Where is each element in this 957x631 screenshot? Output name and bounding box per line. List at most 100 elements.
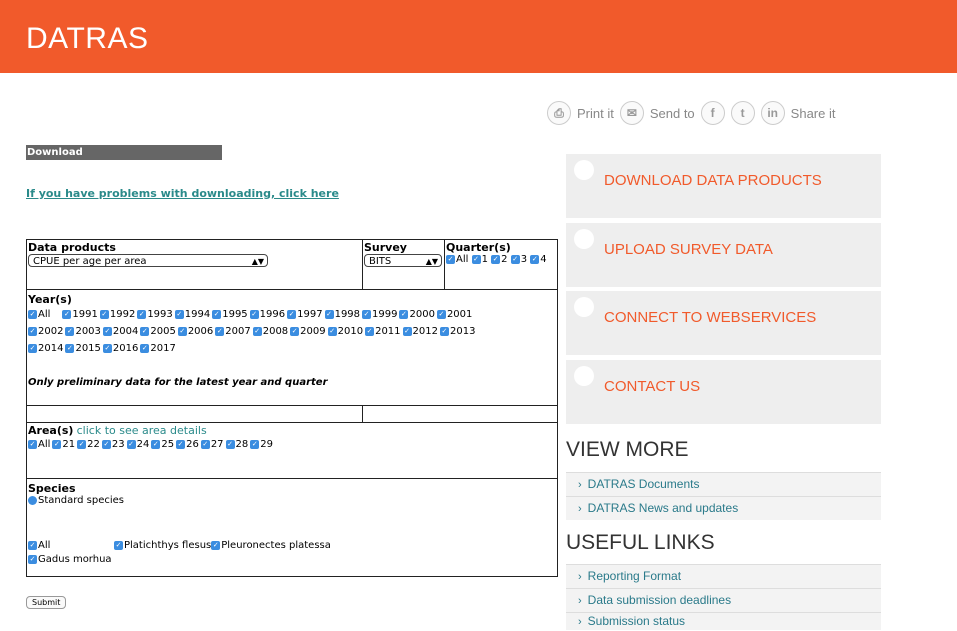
year-checkbox[interactable]: ✓ 2010 [327, 323, 363, 340]
mail-icon[interactable]: ✉ [619, 101, 644, 125]
sidebar-contact-button[interactable]: CONTACT US [566, 360, 881, 424]
area-checkbox[interactable]: ✓ 21 [52, 439, 75, 450]
linkedin-icon[interactable]: in [760, 101, 785, 125]
sidebar-upload-button[interactable]: UPLOAD SURVEY DATA [566, 223, 881, 287]
year-checkbox[interactable]: ✓ 2011 [365, 323, 401, 340]
year-checkbox[interactable]: ✓ 2006 [177, 323, 213, 340]
facebook-icon[interactable]: f [700, 101, 725, 125]
year-checkbox[interactable]: ✓ 1996 [249, 306, 285, 323]
year-checkbox[interactable]: ✓ 2005 [140, 323, 176, 340]
chevron-right-icon: › [578, 616, 582, 628]
year-checkbox[interactable]: ✓ 2016 [102, 340, 138, 357]
empty-cell [26, 405, 363, 423]
area-checkbox[interactable]: ✓ 22 [77, 439, 100, 450]
list-item[interactable]: › DATRAS Documents [566, 472, 881, 496]
years-row-1: ✓ All ✓ 1991 ✓ 1992 ✓ 1993 ✓ 1994 ✓ 1995 ✓ 1996 ✓ 1997 ✓… [28, 306, 556, 323]
survey-select[interactable]: BITS ▲▼ [364, 254, 442, 267]
year-checkbox[interactable]: ✓ 2000 [399, 306, 435, 323]
year-checkbox[interactable]: ✓ 2007 [215, 323, 251, 340]
year-checkbox[interactable]: ✓ 2012 [402, 323, 438, 340]
year-checkbox[interactable]: ✓ 1999 [362, 306, 397, 323]
area-checkbox[interactable]: ✓ 26 [176, 439, 199, 450]
share-bar: ⎙ Print it ✉ Send to f t in Share it [547, 100, 841, 126]
sidebar-webservices-button[interactable]: CONNECT TO WEBSERVICES [566, 291, 881, 355]
year-checkbox[interactable]: ✓ 2015 [65, 340, 101, 357]
print-label[interactable]: Print it [577, 106, 614, 121]
year-checkbox[interactable]: ✓ 1998 [324, 306, 360, 323]
submit-button[interactable]: Submit [26, 596, 67, 609]
areas-label: Area(s) [28, 424, 74, 437]
download-form: Data products CPUE per age per area ▲▼ Su… [26, 239, 558, 577]
share-label[interactable]: Share it [791, 106, 836, 121]
areas-row: ✓ All ✓ 21 ✓ 22 ✓ 23 ✓ 24 ✓ 25 ✓ 26 ✓ 27 ✓ 28 ✓ 29 [28, 439, 556, 450]
list-item[interactable]: › DATRAS News and updates [566, 496, 881, 520]
view-more-list: › DATRAS Documents › DATRAS News and updat… [566, 472, 881, 520]
year-checkbox[interactable]: ✓ 1992 [99, 306, 135, 323]
quarter-label: Quarter(s) [446, 241, 511, 254]
sidebar-button-label: CONTACT US [604, 378, 701, 395]
area-checkbox[interactable]: ✓ 23 [101, 439, 125, 450]
sidebar-button-label: UPLOAD SURVEY DATA [604, 241, 773, 258]
chevron-right-icon: › [578, 571, 582, 583]
species-checkbox[interactable]: ✓ Platichthys flesus [114, 540, 211, 551]
year-checkbox[interactable]: ✓ 2014 [28, 340, 63, 357]
year-checkbox[interactable]: ✓ 2003 [65, 323, 101, 340]
year-checkbox[interactable]: ✓ 2004 [102, 323, 138, 340]
print-icon[interactable]: ⎙ [547, 101, 571, 125]
quarter-4[interactable]: ✓ 4 [530, 254, 547, 265]
year-checkbox[interactable]: ✓ 1997 [287, 306, 323, 323]
standard-species-radio[interactable]: Standard species [28, 495, 556, 506]
select-arrow-icon: ▲▼ [251, 257, 264, 266]
list-item[interactable]: › Submission status [566, 612, 881, 630]
list-item[interactable]: › Data submission deadlines [566, 588, 881, 612]
quarter-3[interactable]: ✓ 3 [510, 254, 527, 265]
year-checkbox[interactable]: ✓ 2002 [28, 323, 63, 340]
useful-links-heading: USEFUL LINKS [566, 531, 715, 554]
sidebar-button-label: DOWNLOAD DATA PRODUCTS [604, 172, 822, 189]
preliminary-note: Only preliminary data for the latest yea… [28, 377, 328, 388]
circle-icon [574, 229, 594, 249]
species-checkbox[interactable]: ✓ Pleuronectes platessa [211, 540, 331, 551]
quarter-1[interactable]: ✓ 1 [471, 254, 488, 265]
send-label[interactable]: Send to [650, 106, 695, 121]
year-checkbox[interactable]: ✓ 1991 [62, 306, 98, 323]
year-checkbox[interactable]: ✓ All [28, 306, 50, 323]
year-checkbox[interactable]: ✓ 2017 [140, 340, 176, 357]
species-all-checkbox[interactable]: ✓ All [28, 540, 114, 551]
year-checkbox[interactable]: ✓ 1995 [212, 306, 248, 323]
sidebar-download-button[interactable]: DOWNLOAD DATA PRODUCTS [566, 154, 881, 218]
year-checkbox[interactable]: ✓ 2001 [436, 306, 472, 323]
area-checkbox[interactable]: ✓ 28 [225, 439, 248, 450]
area-checkbox[interactable]: ✓ 27 [200, 439, 224, 450]
data-products-label: Data products [28, 241, 116, 254]
chevron-right-icon: › [578, 595, 582, 607]
chevron-right-icon: › [578, 479, 582, 491]
chevron-right-icon: › [578, 503, 582, 515]
area-details-link[interactable]: click to see area details [77, 424, 207, 437]
data-products-select[interactable]: CPUE per age per area ▲▼ [28, 254, 268, 267]
year-checkbox[interactable]: ✓ 1993 [137, 306, 173, 323]
species-label: Species [28, 482, 76, 495]
year-checkbox[interactable]: ✓ 2013 [439, 323, 475, 340]
years-row-3: ✓ 2014 ✓ 2015 ✓ 2016 ✓ 2017 [28, 340, 556, 357]
year-checkbox[interactable]: ✓ 1994 [174, 306, 210, 323]
useful-links-list: › Reporting Format › Data submission deadl… [566, 564, 881, 630]
empty-cell [362, 405, 558, 423]
quarter-2[interactable]: ✓ 2 [491, 254, 508, 265]
twitter-icon[interactable]: t [730, 101, 755, 125]
years-row-2: ✓ 2002 ✓ 2003 ✓ 2004 ✓ 2005 ✓ 2006 ✓ 2007 ✓ 2008 ✓ 2009… [28, 323, 556, 340]
year-checkbox[interactable]: ✓ 2009 [290, 323, 326, 340]
area-checkbox[interactable]: ✓ 25 [151, 439, 174, 450]
area-checkbox[interactable]: ✓ 29 [250, 439, 273, 450]
area-checkbox[interactable]: ✓ 24 [126, 439, 149, 450]
list-item[interactable]: › Reporting Format [566, 564, 881, 588]
circle-icon [574, 366, 594, 386]
quarter-all[interactable]: ✓ All [446, 254, 468, 265]
species-checkbox[interactable]: ✓ Gadus morhua [28, 554, 556, 565]
download-header: Download [26, 145, 222, 160]
problem-download-link[interactable]: If you have problems with downloading, c… [26, 187, 339, 200]
years-label: Year(s) [28, 293, 72, 306]
year-checkbox[interactable]: ✓ 2008 [252, 323, 288, 340]
area-checkbox[interactable]: ✓ All [28, 439, 50, 450]
select-arrow-icon: ▲▼ [425, 257, 438, 266]
